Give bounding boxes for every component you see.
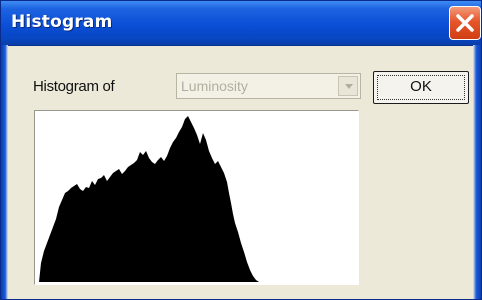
histogram-dialog: Histogram Histogram of Luminosity OK <box>0 0 482 300</box>
window-border-left <box>1 45 8 299</box>
chevron-down-icon <box>345 84 353 89</box>
ok-button[interactable]: OK <box>373 71 469 104</box>
close-icon <box>456 14 474 32</box>
histogram-graph <box>39 116 259 282</box>
histogram-curve <box>39 116 259 282</box>
close-button[interactable] <box>449 6 481 40</box>
ok-button-label: OK <box>410 78 432 95</box>
channel-select[interactable]: Luminosity <box>176 73 361 99</box>
histogram-display <box>34 110 359 285</box>
channel-select-value: Luminosity <box>181 78 248 94</box>
channel-select-dropdown-button[interactable] <box>338 76 358 96</box>
title-bar[interactable]: Histogram <box>1 1 481 46</box>
histogram-of-label: Histogram of <box>33 78 115 95</box>
window-title: Histogram <box>11 12 113 32</box>
window-border-right <box>473 45 481 299</box>
